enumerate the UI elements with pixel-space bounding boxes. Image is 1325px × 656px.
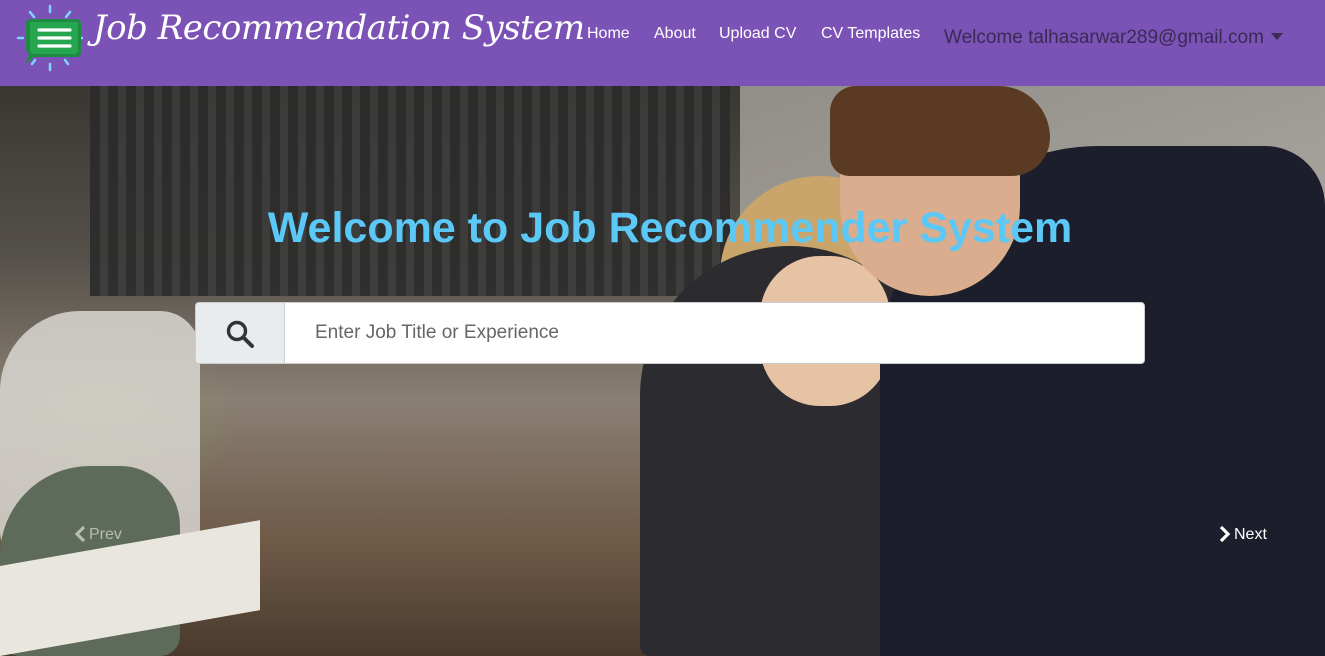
photo-person-hair-standing: [830, 86, 1050, 176]
chevron-left-icon: [74, 526, 86, 542]
search-button[interactable]: [196, 303, 285, 363]
hero-carousel: Welcome to Job Recommender System Prev N…: [0, 86, 1325, 656]
hero-title: Welcome to Job Recommender System: [267, 204, 1073, 252]
carousel-prev-button[interactable]: Prev: [74, 526, 122, 544]
carousel-prev-label: Prev: [89, 526, 122, 543]
search-icon: [226, 320, 254, 348]
navbar: Job Recommendation System Home About Upl…: [0, 0, 1325, 86]
nav-link-upload-cv[interactable]: Upload CV: [719, 25, 796, 43]
chevron-right-icon: [1219, 526, 1231, 542]
nav-link-cv-templates[interactable]: CV Templates: [821, 25, 920, 43]
job-search-bar: [195, 302, 1145, 364]
carousel-next-label: Next: [1234, 526, 1267, 543]
carousel-next-button[interactable]: Next: [1219, 526, 1267, 544]
nav-link-about[interactable]: About: [654, 25, 696, 43]
nav-link-home[interactable]: Home: [587, 25, 630, 43]
caret-down-icon: [1270, 33, 1283, 40]
brand-title[interactable]: Job Recommendation System: [93, 8, 585, 48]
user-menu-label: Welcome talhasarwar289@gmail.com: [944, 27, 1264, 48]
menu-chat-bubble-icon[interactable]: [12, 4, 88, 72]
background-radiator: [90, 86, 730, 296]
job-search-input[interactable]: [285, 303, 1141, 363]
user-menu-dropdown[interactable]: Welcome talhasarwar289@gmail.com: [944, 27, 1283, 49]
